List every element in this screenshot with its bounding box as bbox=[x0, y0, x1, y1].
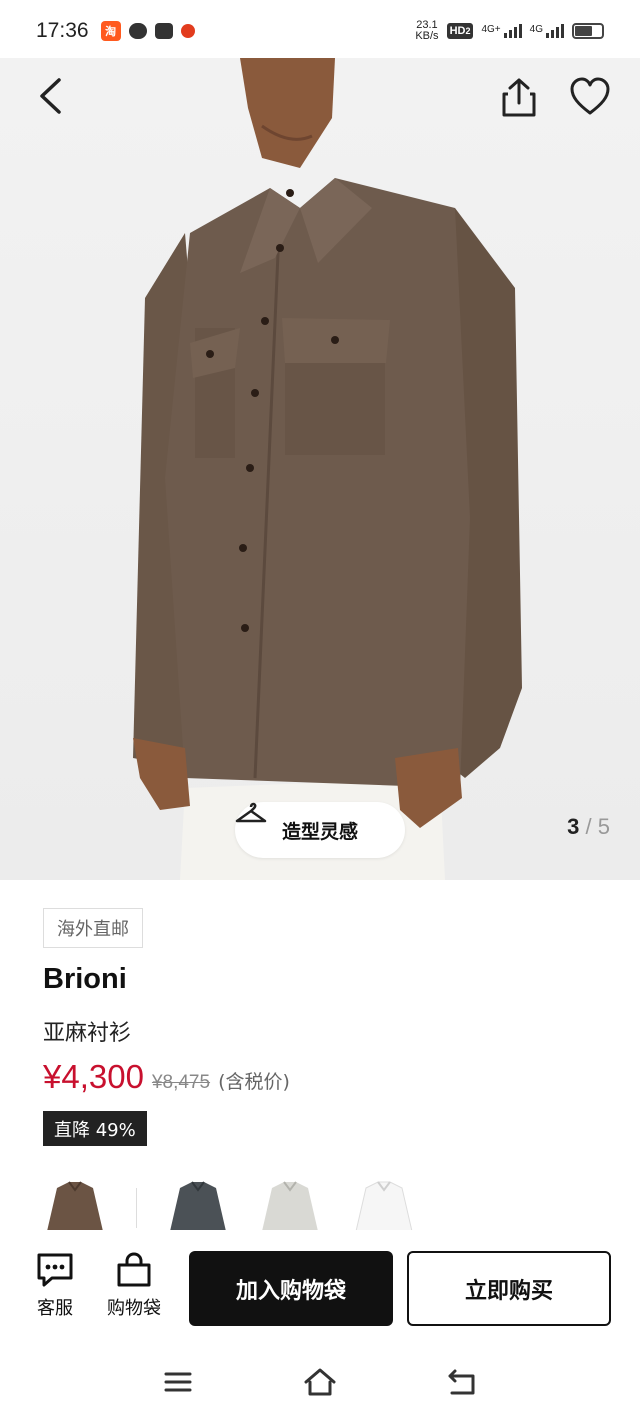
white-shirt-icon bbox=[355, 1181, 413, 1230]
bag-icon bbox=[117, 1252, 151, 1287]
signal-4g-plus-icon: 4G+ bbox=[481, 24, 522, 38]
brand-name[interactable]: Brioni bbox=[43, 963, 127, 996]
hd-badge-icon: HD2 bbox=[446, 23, 474, 39]
signal2-label: 4G bbox=[529, 24, 543, 35]
home-nav-button[interactable] bbox=[303, 1366, 336, 1398]
status-time: 17:36 bbox=[36, 19, 89, 42]
menu-nav-button[interactable] bbox=[162, 1366, 194, 1398]
current-price: ¥4,300 bbox=[43, 1058, 144, 1095]
stone-shirt-icon bbox=[262, 1181, 318, 1230]
home-icon bbox=[304, 1368, 336, 1396]
battery-icon bbox=[572, 23, 604, 39]
color-variant-slate[interactable] bbox=[166, 1180, 230, 1230]
shopping-bag-button[interactable]: 购物袋 bbox=[99, 1252, 169, 1320]
color-variant-brown[interactable] bbox=[43, 1180, 107, 1230]
style-inspiration-label: 造型灵感 bbox=[281, 820, 358, 843]
pager-current: 3 bbox=[567, 814, 580, 839]
slate-shirt-icon bbox=[170, 1181, 226, 1230]
color-variant-list bbox=[0, 1172, 640, 1230]
chat-bubble-icon bbox=[128, 23, 147, 39]
buy-now-button[interactable]: 立即购买 bbox=[407, 1251, 611, 1326]
chat-icon bbox=[37, 1253, 73, 1287]
menu-icon bbox=[164, 1372, 192, 1392]
taobao-app-icon: 淘 bbox=[100, 21, 121, 41]
hd-label: HD bbox=[449, 25, 466, 37]
favorite-button[interactable] bbox=[568, 76, 612, 118]
product-photo bbox=[133, 58, 522, 880]
original-price: ¥8,475 bbox=[151, 1072, 211, 1093]
tax-note: (含税价) bbox=[218, 1071, 290, 1093]
shipping-tag: 海外直邮 bbox=[43, 908, 143, 948]
mail-icon bbox=[154, 23, 173, 39]
discount-badge: 直降 49% bbox=[43, 1111, 147, 1146]
chevron-left-icon bbox=[40, 78, 61, 114]
hd-sub: 2 bbox=[465, 26, 471, 36]
color-variant-white[interactable] bbox=[352, 1180, 416, 1230]
share-button[interactable] bbox=[498, 76, 540, 118]
heart-icon bbox=[570, 77, 610, 115]
back-icon bbox=[448, 1369, 475, 1395]
signal1-label: 4G+ bbox=[481, 24, 501, 35]
status-bar: 17:36 淘 23.1 KB/s HD2 4G+ 4G bbox=[0, 0, 640, 62]
share-icon bbox=[502, 78, 536, 117]
bottom-action-bar: 客服 购物袋 加入购物袋 立即购买 bbox=[0, 1230, 640, 1340]
back-button[interactable] bbox=[32, 76, 72, 116]
add-to-bag-button[interactable]: 加入购物袋 bbox=[189, 1251, 393, 1326]
pager-total: 5 bbox=[597, 814, 610, 839]
back-nav-button[interactable] bbox=[446, 1366, 478, 1398]
product-name: 亚麻衬衫 bbox=[43, 1021, 132, 1046]
brown-shirt-icon bbox=[47, 1181, 103, 1230]
product-detail-page: 17:36 淘 23.1 KB/s HD2 4G+ 4G 造型灵感 3 / 5 … bbox=[0, 0, 640, 1422]
color-variant-stone[interactable] bbox=[258, 1180, 322, 1230]
network-speed-unit: KB/s bbox=[415, 30, 439, 42]
pager-separator: / bbox=[585, 814, 592, 839]
hanger-icon bbox=[235, 802, 267, 823]
notification-dot-icon bbox=[180, 24, 195, 38]
shopping-bag-label: 购物袋 bbox=[107, 1298, 161, 1319]
product-image-carousel[interactable]: 造型灵感 3 / 5 bbox=[0, 58, 640, 880]
image-pager: 3 / 5 bbox=[567, 814, 610, 840]
status-right-group: 23.1 KB/s HD2 4G+ 4G bbox=[415, 20, 604, 42]
price-row: ¥4,300 ¥8,475 (含税价) bbox=[43, 1058, 290, 1096]
thumb-divider bbox=[136, 1188, 137, 1228]
signal-4g-icon: 4G bbox=[530, 24, 564, 38]
system-navigation-bar bbox=[0, 1340, 640, 1422]
network-speed: 23.1 KB/s bbox=[415, 20, 438, 42]
customer-service-button[interactable]: 客服 bbox=[20, 1252, 90, 1320]
customer-service-label: 客服 bbox=[37, 1298, 73, 1319]
style-inspiration-button[interactable]: 造型灵感 bbox=[235, 802, 405, 858]
